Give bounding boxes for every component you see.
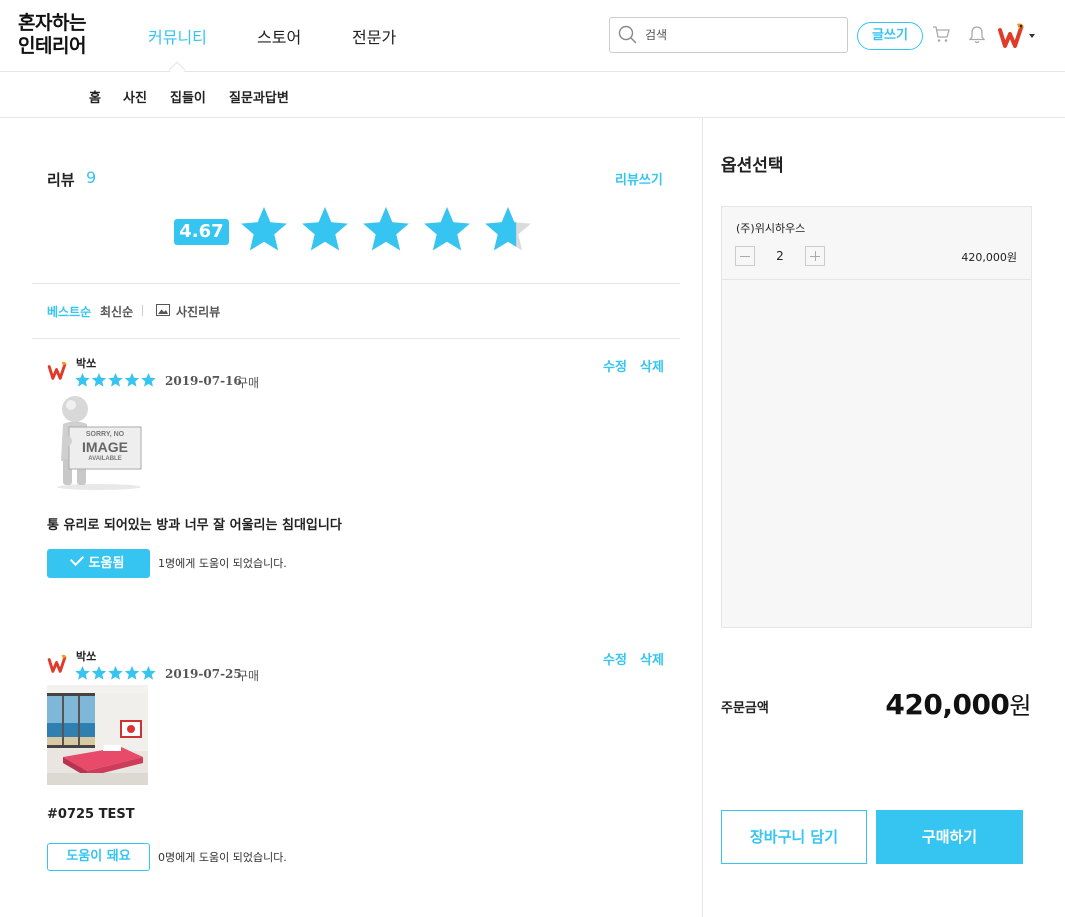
sort-recent[interactable]: 최신순	[100, 303, 133, 320]
helpful-count: 0명에게 도움이 되었습니다.	[158, 851, 287, 864]
no-image-text: IMAGE	[82, 439, 128, 455]
sort-best[interactable]: 베스트순	[47, 303, 91, 320]
star-filled-icon	[108, 373, 123, 387]
logo-line-2: 인테리어	[18, 35, 86, 57]
add-to-cart-button[interactable]: 장바구니 담기	[721, 810, 867, 864]
rating-score-badge: 4.67	[174, 219, 229, 245]
subnav-qna[interactable]: 질문과답변	[229, 87, 289, 106]
nav-community[interactable]: 커뮤니티	[148, 24, 207, 48]
avatar-dropdown-icon[interactable]	[1029, 34, 1035, 38]
option-price: 420,000원	[961, 251, 1017, 264]
selected-option-item: (주)위시하우스 2 420,000원	[722, 207, 1031, 280]
helpful-button[interactable]: 도움이 돼요	[47, 843, 150, 871]
helpful-label: 도움됨	[88, 556, 125, 571]
delete-review-button[interactable]: 삭제	[640, 649, 664, 668]
reviewer-name[interactable]: 박쏘	[76, 355, 96, 371]
search-icon	[618, 25, 637, 44]
selected-options-box: (주)위시하우스 2 420,000원	[721, 206, 1032, 628]
edit-review-button[interactable]: 수정	[603, 649, 627, 668]
divider	[32, 283, 680, 284]
review-stars	[75, 373, 156, 387]
sort-photo-review[interactable]: 사진리뷰	[176, 303, 220, 320]
quantity-decrease-button[interactable]	[735, 246, 755, 266]
star-filled-icon	[75, 666, 90, 680]
option-select-title: 옵션선택	[721, 156, 784, 176]
image-icon	[156, 304, 170, 316]
bell-icon[interactable]	[968, 25, 986, 44]
user-avatar[interactable]	[997, 20, 1027, 52]
star-filled-icon	[75, 373, 90, 387]
subnav-photo[interactable]: 사진	[123, 87, 147, 106]
star-filled-icon	[424, 207, 470, 251]
search-input[interactable]	[645, 24, 840, 46]
star-filled-icon	[141, 666, 156, 680]
check-icon	[69, 551, 84, 567]
order-total-number: 420,000	[885, 688, 1010, 721]
star-filled-icon	[108, 666, 123, 680]
review-date: 2019-07-16	[165, 374, 242, 388]
star-filled-icon	[124, 373, 140, 387]
helpful-count: 1명에게 도움이 되었습니다.	[158, 557, 287, 570]
site-logo[interactable]: 혼자하는 인테리어	[18, 12, 86, 58]
buy-now-button[interactable]: 구매하기	[876, 810, 1023, 864]
delete-review-button[interactable]: 삭제	[640, 356, 664, 375]
write-button[interactable]: 글쓰기	[857, 22, 923, 50]
subnav-housewarming[interactable]: 집들이	[170, 87, 206, 106]
review-stars	[75, 666, 156, 680]
subnav-home[interactable]: 홈	[89, 87, 101, 106]
column-divider	[702, 118, 703, 917]
star-filled-icon	[91, 666, 107, 680]
edit-review-button[interactable]: 수정	[603, 356, 627, 375]
star-filled-icon	[141, 373, 156, 387]
quantity-increase-button[interactable]	[805, 246, 825, 266]
order-total-unit: 원	[1009, 692, 1031, 720]
reviewer-avatar[interactable]	[47, 651, 69, 677]
cart-icon[interactable]	[932, 25, 950, 43]
quantity-value[interactable]: 2	[775, 249, 785, 263]
nav-expert[interactable]: 전문가	[352, 24, 396, 48]
review-title: 리뷰	[47, 171, 75, 189]
write-review-link[interactable]: 리뷰쓰기	[615, 169, 663, 188]
review-purchase-tag: 구매	[237, 669, 260, 683]
order-total-amount: 420,000원	[885, 686, 1031, 721]
review-text: 통 유리로 되어있는 방과 너무 잘 어울리는 침대입니다	[47, 518, 342, 533]
nav-store[interactable]: 스토어	[257, 24, 301, 48]
search-box[interactable]	[609, 17, 848, 53]
reviewer-avatar[interactable]	[47, 358, 69, 384]
helpful-button[interactable]: 도움됨	[47, 549, 150, 578]
no-image-text: SORRY, NO	[85, 431, 125, 438]
order-total-label: 주문금액	[721, 701, 769, 716]
reviewer-name[interactable]: 박쏘	[76, 648, 96, 664]
option-name: (주)위시하우스	[736, 222, 806, 235]
sort-separator	[142, 305, 143, 316]
star-filled-icon	[302, 207, 348, 251]
sub-navigation: 홈 사진 집들이 질문과답변	[0, 72, 1065, 118]
star-filled-icon	[91, 373, 107, 387]
no-image-text: AVAILABLE	[88, 456, 122, 462]
review-photo-bedroom[interactable]	[47, 685, 148, 785]
star-filled-icon	[363, 207, 409, 251]
divider	[32, 338, 680, 339]
review-image-placeholder[interactable]: SORRY, NO IMAGE AVAILABLE	[47, 391, 148, 491]
review-text: #0725 TEST	[47, 807, 135, 822]
star-filled-icon	[241, 207, 287, 251]
top-header: 혼자하는 인테리어 커뮤니티 스토어 전문가 글쓰기	[0, 0, 1065, 79]
rating-stars	[241, 207, 531, 251]
review-count: 9	[86, 168, 97, 187]
review-purchase-tag: 구매	[237, 376, 260, 390]
review-date: 2019-07-25	[165, 667, 242, 681]
star-filled-icon	[124, 666, 140, 680]
logo-line-1: 혼자하는	[18, 12, 86, 34]
